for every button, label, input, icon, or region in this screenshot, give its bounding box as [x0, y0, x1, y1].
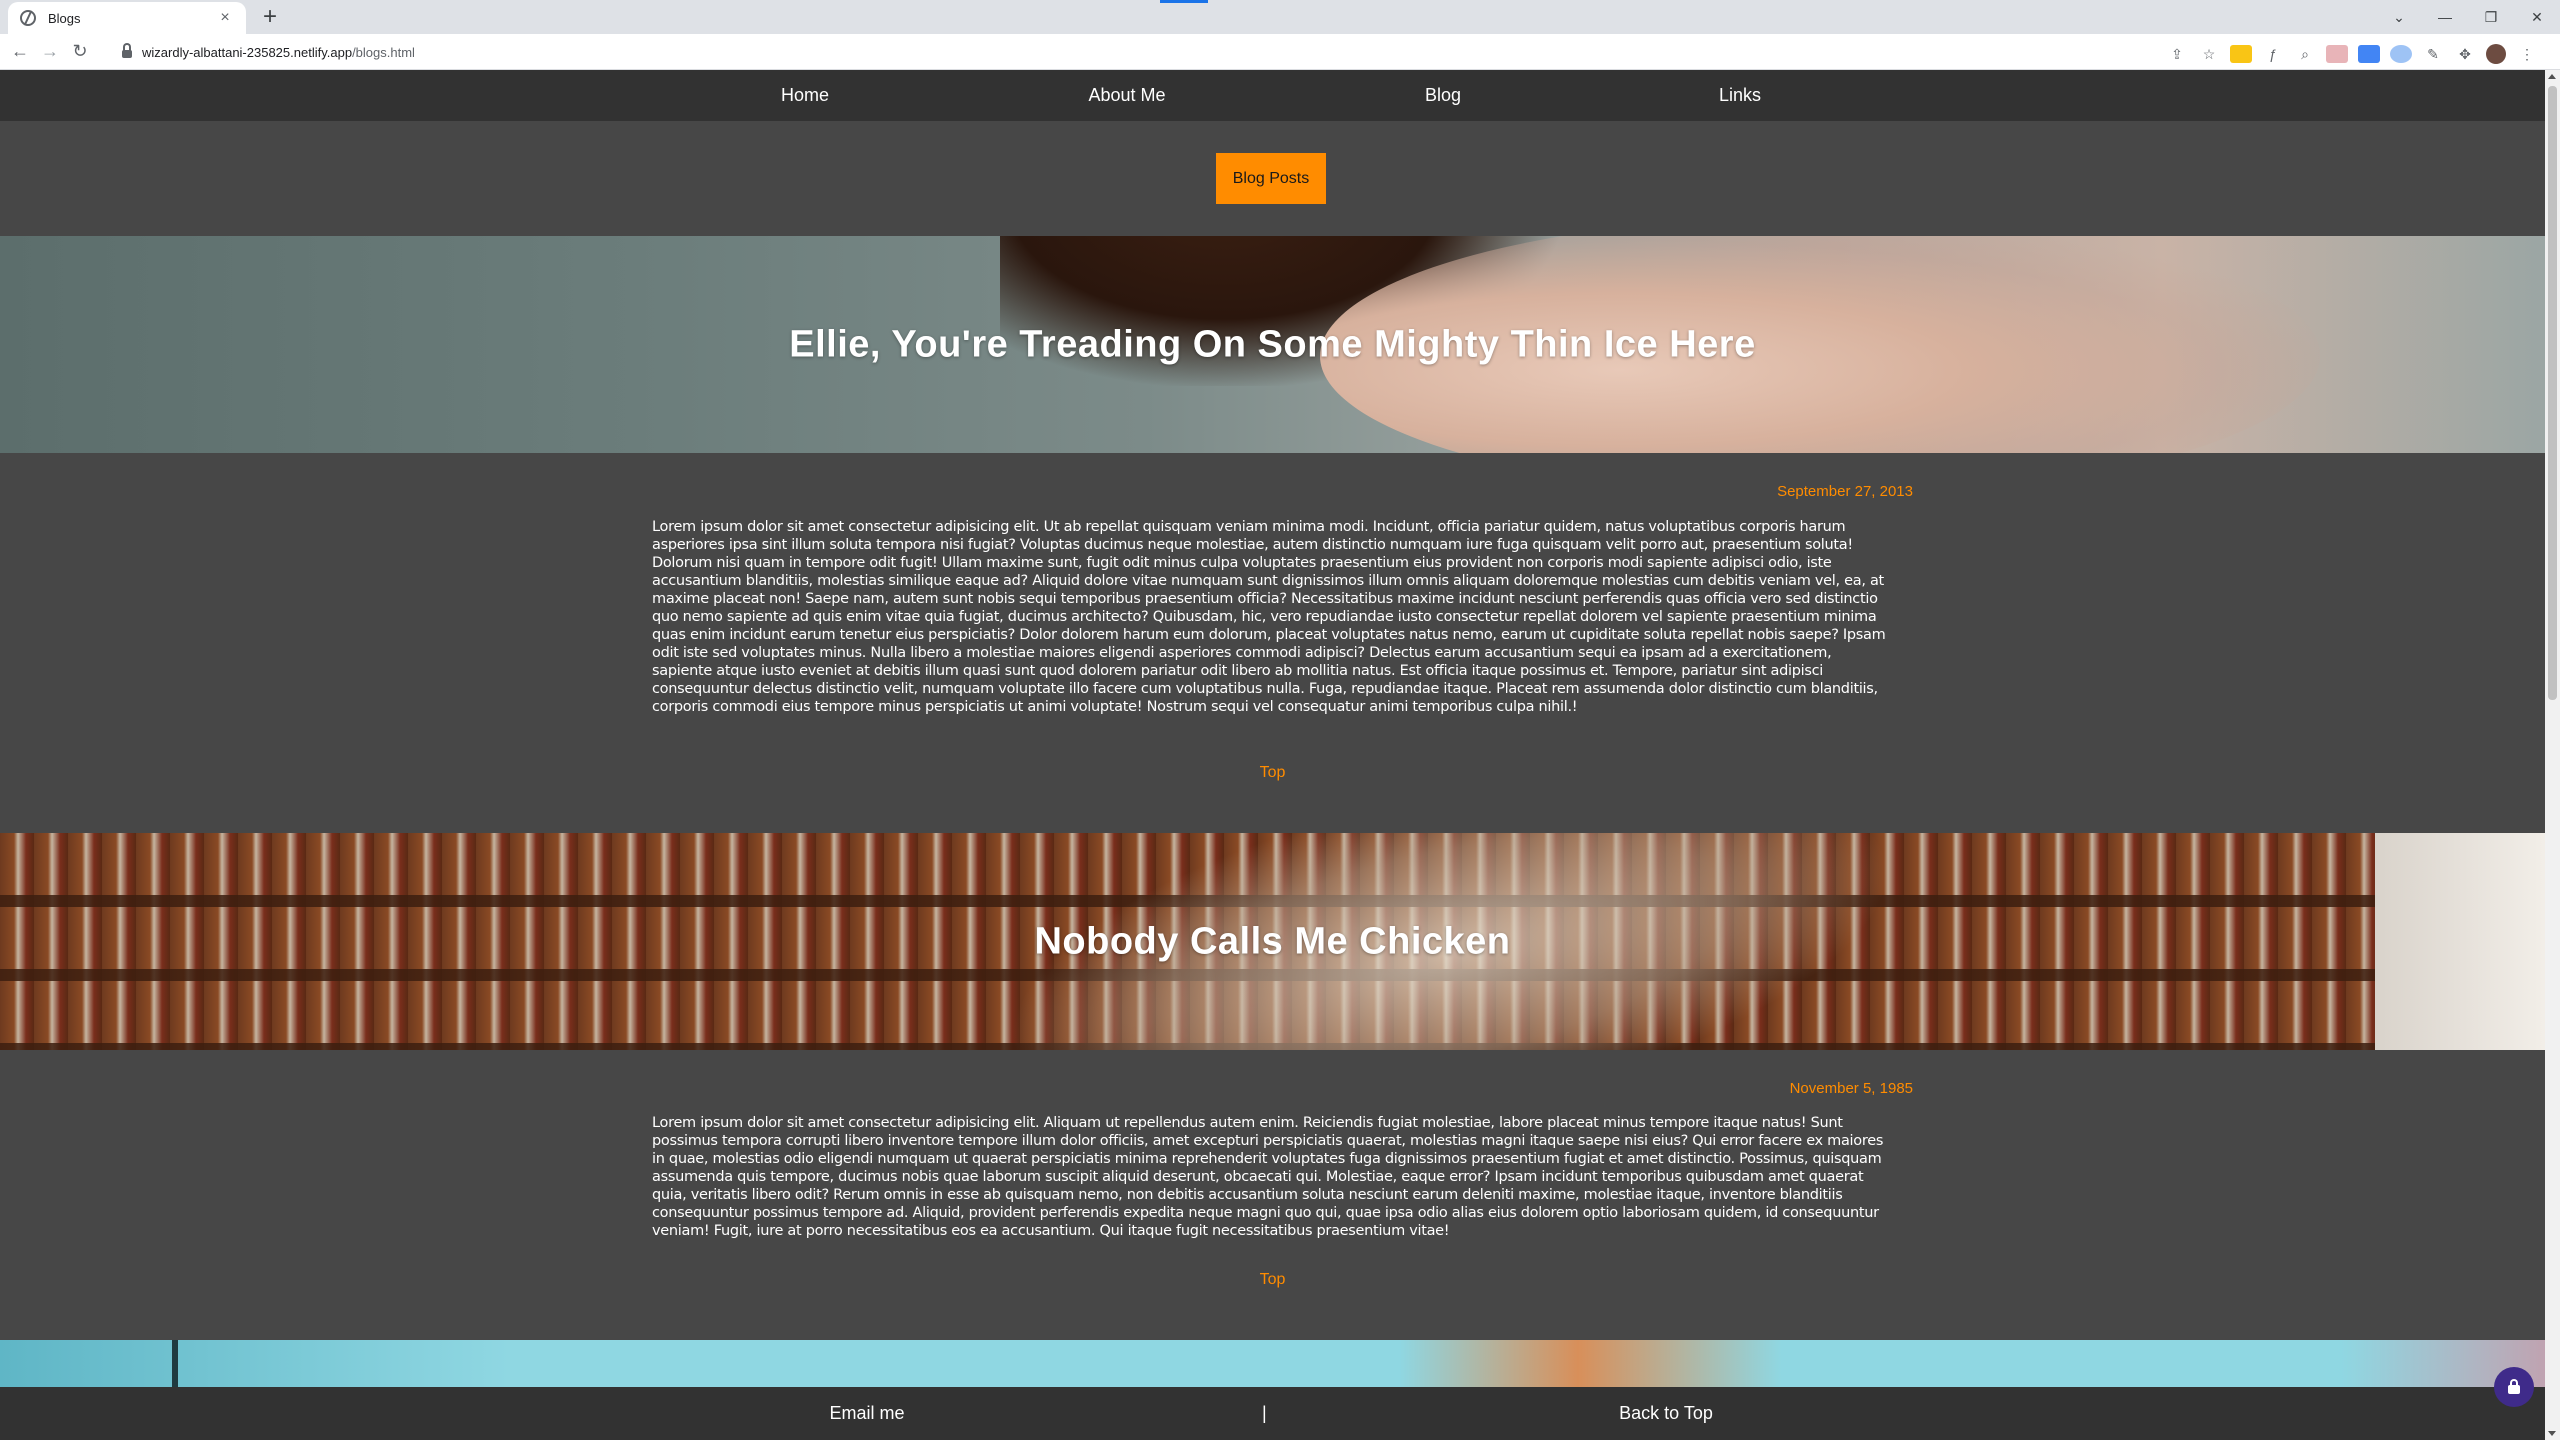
tab-close-icon[interactable]: ×: [216, 9, 234, 27]
extension-globe-icon[interactable]: [2390, 45, 2412, 63]
extension-formula-icon[interactable]: ƒ: [2262, 45, 2284, 63]
profile-avatar[interactable]: [2486, 44, 2506, 64]
tab-search-indicator: [1160, 0, 1208, 3]
tab-search-icon[interactable]: ⌄: [2376, 9, 2422, 26]
footer-separator: |: [1262, 1403, 1267, 1423]
bookmark-star-icon[interactable]: ☆: [2198, 45, 2220, 63]
post-hero-image: Nobody Calls Me Chicken: [0, 833, 2545, 1050]
back-to-top-link[interactable]: Back to Top: [1619, 1387, 1713, 1440]
sticky-footer: Email me | Back to Top: [0, 1387, 2545, 1440]
extension-blue-icon[interactable]: [2358, 45, 2380, 63]
new-tab-button[interactable]: +: [258, 4, 282, 30]
lock-icon[interactable]: [122, 43, 132, 58]
scroll-up-arrow-icon[interactable]: [2548, 74, 2556, 79]
post-title: Ellie, You're Treading On Some Mighty Th…: [789, 323, 1756, 365]
top-link[interactable]: Top: [0, 1271, 2545, 1289]
chat-widget-button[interactable]: [2494, 1367, 2534, 1407]
nav-home-link[interactable]: Home: [781, 70, 829, 121]
globe-icon: [20, 10, 36, 26]
blog-posts-button[interactable]: Blog Posts: [1216, 153, 1326, 204]
browser-tab[interactable]: Blogs ×: [8, 2, 246, 34]
extension-yellow-icon[interactable]: [2230, 45, 2252, 63]
browser-tab-strip: Blogs × + ⌄ — ❐ ✕: [0, 0, 2560, 34]
post-body: Lorem ipsum dolor sit amet consectetur a…: [652, 1115, 1884, 1239]
top-navigation: Home About Me Blog Links: [0, 70, 2545, 121]
post-date: September 27, 2013: [1777, 483, 1913, 500]
nav-about-link[interactable]: About Me: [1088, 70, 1165, 121]
forward-icon[interactable]: →: [40, 41, 60, 62]
scroll-down-arrow-icon[interactable]: [2548, 1431, 2556, 1436]
extension-image-icon[interactable]: [2326, 45, 2348, 63]
post-hero-image: Ellie, You're Treading On Some Mighty Th…: [0, 236, 2545, 453]
nav-links-link[interactable]: Links: [1719, 70, 1761, 121]
post-body: Lorem ipsum dolor sit amet consectetur a…: [652, 519, 1886, 715]
url-path: /blogs.html: [352, 44, 415, 60]
window-controls: ⌄ — ❐ ✕: [2376, 0, 2560, 34]
chrome-menu-icon[interactable]: ⋮: [2516, 45, 2538, 63]
address-bar[interactable]: wizardly-albattani-235825.netlify.app /b…: [112, 38, 2182, 66]
toolbar-icons: ⇪ ☆ ƒ ⌕ ✎ ✥ ⋮: [2166, 44, 2538, 64]
share-icon[interactable]: ⇪: [2166, 45, 2188, 63]
tab-title: Blogs: [48, 10, 81, 26]
web-page: Home About Me Blog Links Blog Posts Elli…: [0, 70, 2545, 1440]
post-date: November 5, 1985: [1789, 1080, 1913, 1097]
reload-icon[interactable]: ↻: [70, 41, 90, 62]
url-host: wizardly-albattani-235825.netlify.app: [142, 44, 353, 60]
top-link[interactable]: Top: [0, 764, 2545, 782]
extensions-puzzle-icon[interactable]: ✥: [2454, 45, 2476, 63]
extension-pen-icon[interactable]: ✎: [2422, 45, 2444, 63]
page-scrollbar[interactable]: [2545, 70, 2560, 1440]
scrollbar-thumb[interactable]: [2548, 86, 2557, 700]
extension-search-icon[interactable]: ⌕: [2294, 45, 2316, 63]
back-icon[interactable]: ←: [10, 41, 30, 62]
nav-blog-link[interactable]: Blog: [1425, 70, 1461, 121]
email-me-link[interactable]: Email me: [829, 1387, 904, 1440]
restore-icon[interactable]: ❐: [2468, 9, 2514, 26]
post-title: Nobody Calls Me Chicken: [1034, 920, 1511, 962]
close-window-icon[interactable]: ✕: [2514, 9, 2560, 26]
lock-icon: [2508, 1378, 2520, 1394]
minimize-icon[interactable]: —: [2422, 9, 2468, 25]
